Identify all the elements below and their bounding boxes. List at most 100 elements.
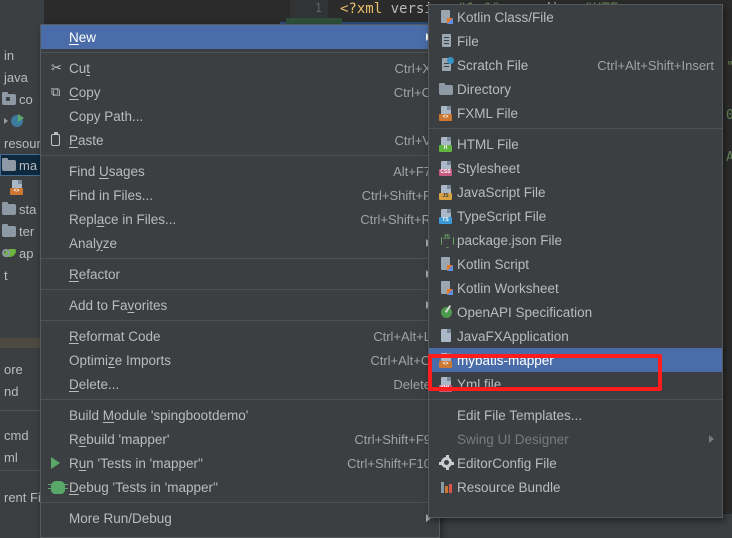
tree-item[interactable]: ore (0, 358, 44, 380)
menu-item-resource-bundle[interactable]: Resource Bundle (429, 475, 722, 499)
menu-item-build-module-spingbootdemo[interactable]: Build Module 'spingbootdemo' (41, 403, 439, 427)
tree-item[interactable]: co (0, 88, 44, 110)
context-menu[interactable]: New ✂ Cut Ctrl+X ⧉ Copy Ctrl+C Copy Path... Past… (40, 24, 440, 538)
menu-item-label: EditorConfig File (457, 455, 557, 471)
menu-item-add-to-favorites[interactable]: Add to Favorites (41, 293, 439, 317)
menu-item-label: Add to Favorites (69, 297, 168, 313)
chevron-right-icon[interactable] (4, 118, 8, 124)
tree-item[interactable]: <> (0, 176, 44, 198)
menu-item-copy[interactable]: ⧉ Copy Ctrl+C (41, 80, 439, 104)
project-tree[interactable]: in java co resour ma <> sta ter ap t ore nd cmd ml ren… (0, 0, 44, 514)
menu-item-typescript-file[interactable]: TS TypeScript File (429, 204, 722, 228)
menu-item-icon (48, 480, 69, 494)
tree-item-label: resour (4, 135, 41, 151)
tree-item[interactable]: nd (0, 380, 44, 402)
menu-item-icon (439, 57, 457, 73)
menu-item-scratch-file[interactable]: Scratch File Ctrl+Alt+Shift+Insert (429, 53, 722, 77)
tree-top-strip (0, 0, 44, 14)
tree-item[interactable]: cmd (0, 424, 44, 446)
menu-item-yml-file[interactable]: YML Yml file (429, 372, 722, 396)
tree-item[interactable]: rent Fi (0, 486, 44, 508)
menu-item-icon: H (439, 136, 457, 152)
tree-item-label: nd (4, 383, 19, 399)
tree-item[interactable]: ap (0, 242, 44, 264)
menu-item-label: Refactor (69, 266, 121, 282)
menu-item-optimize-imports[interactable]: Optimize Imports Ctrl+Alt+O (41, 348, 439, 372)
html-file-icon: H (439, 136, 454, 152)
tree-item-label: ter (19, 223, 35, 239)
menu-item-editorconfig-file[interactable]: EditorConfig File (429, 451, 722, 475)
menu-item-refactor[interactable]: Refactor (41, 262, 439, 286)
tree-item[interactable] (0, 110, 44, 132)
tree-item[interactable]: ter (0, 220, 44, 242)
menu-item-label: Copy Path... (69, 108, 144, 124)
menu-item-cut[interactable]: ✂ Cut Ctrl+X (41, 56, 439, 80)
tree-item-label: sta (19, 201, 37, 217)
menu-item-icon (439, 280, 457, 296)
menu-item-icon: JS (439, 184, 457, 200)
menu-item-shortcut: Ctrl+Shift+F (361, 187, 431, 203)
menu-item-mybatis-mapper[interactable]: <> mybatis-mapper (429, 348, 722, 372)
menu-item-openapi-specification[interactable]: OpenAPI Specification (429, 300, 722, 324)
tree-item[interactable]: ml (0, 446, 44, 468)
menu-item-label: Build Module 'spingbootdemo' (69, 407, 249, 423)
menu-item-shortcut: Ctrl+Shift+R (360, 211, 431, 227)
menu-item-stylesheet[interactable]: CSS Stylesheet (429, 156, 722, 180)
menu-item-label: FXML File (457, 105, 519, 121)
node-js-icon: JS (439, 232, 454, 248)
menu-item-shortcut: Ctrl+Alt+L (373, 328, 431, 344)
menu-item-edit-file-templates[interactable]: Edit File Templates... (429, 403, 722, 427)
menu-item-paste[interactable]: Paste Ctrl+V (41, 128, 439, 152)
menu-item-directory[interactable]: Directory (429, 77, 722, 101)
menu-separator (429, 128, 722, 129)
menu-item-run-tests-in-mapper[interactable]: Run 'Tests in 'mapper'' Ctrl+Shift+F10 (41, 451, 439, 475)
new-submenu[interactable]: Kotlin Class/File File Scratch File Ctrl+Al… (428, 4, 723, 518)
menu-item-label: Debug 'Tests in 'mapper'' (69, 479, 219, 495)
menu-item-replace-in-files[interactable]: Replace in Files... Ctrl+Shift+R (41, 207, 439, 231)
menu-item-kotlin-worksheet[interactable]: Kotlin Worksheet (429, 276, 722, 300)
menu-item-label: Resource Bundle (457, 479, 561, 495)
menu-item-fxml-file[interactable]: <> FXML File (429, 101, 722, 125)
menu-item-analyze[interactable]: Analyze (41, 231, 439, 255)
menu-item-debug-tests-in-mapper[interactable]: Debug 'Tests in 'mapper'' (41, 475, 439, 499)
menu-item-find-in-files[interactable]: Find in Files... Ctrl+Shift+F (41, 183, 439, 207)
menu-item-copy-path[interactable]: Copy Path... (41, 104, 439, 128)
menu-item-delete[interactable]: Delete... Delete (41, 372, 439, 396)
yml-file-icon: YML (439, 376, 454, 392)
folder-icon (2, 201, 17, 217)
menu-item-javafxapplication[interactable]: JavaFXApplication (429, 324, 722, 348)
ide-screenshot: 1 <?xml version="1.0" encoding="UTF "r 0… (0, 0, 732, 538)
menu-item-label: mybatis-mapper (457, 352, 554, 368)
menu-item-rebuild-mapper[interactable]: Rebuild 'mapper' Ctrl+Shift+F9 (41, 427, 439, 451)
menu-item-shortcut: Alt+F7 (393, 163, 431, 179)
menu-separator (41, 502, 439, 503)
menu-item-icon (439, 304, 457, 320)
line-number: 1 (314, 1, 322, 15)
tree-item[interactable]: java (0, 66, 44, 88)
menu-item-icon (51, 457, 69, 469)
menu-item-package-json-file[interactable]: JS package.json File (429, 228, 722, 252)
menu-item-label: Paste (69, 132, 104, 148)
tree-item[interactable]: ma (0, 154, 44, 176)
menu-item-label: New (69, 29, 97, 45)
tree-item[interactable]: in (0, 44, 44, 66)
menu-item-new[interactable]: New (41, 25, 439, 49)
menu-item-reformat-code[interactable]: Reformat Code Ctrl+Alt+L (41, 324, 439, 348)
menu-item-kotlin-script[interactable]: Kotlin Script (429, 252, 722, 276)
resource-bundle-icon (439, 479, 454, 495)
menu-item-label: More Run/Debug (69, 510, 172, 526)
code-fragment-1: "r (726, 60, 732, 75)
tree-item[interactable]: t (0, 264, 44, 286)
menu-item-find-usages[interactable]: Find Usages Alt+F7 (41, 159, 439, 183)
menu-item-shortcut: Ctrl+X (394, 60, 431, 76)
menu-item-file[interactable]: File (429, 29, 722, 53)
menu-item-more-run-debug[interactable]: More Run/Debug (41, 506, 439, 530)
menu-item-html-file[interactable]: H HTML File (429, 132, 722, 156)
tree-item[interactable]: sta (0, 198, 44, 220)
menu-item-kotlin-class-file[interactable]: Kotlin Class/File (429, 5, 722, 29)
menu-item-javascript-file[interactable]: JS JavaScript File (429, 180, 722, 204)
folder-icon (2, 223, 17, 239)
tree-item-label: ap (19, 245, 34, 261)
tree-item[interactable]: resour (0, 132, 44, 154)
debug-icon (48, 480, 68, 494)
